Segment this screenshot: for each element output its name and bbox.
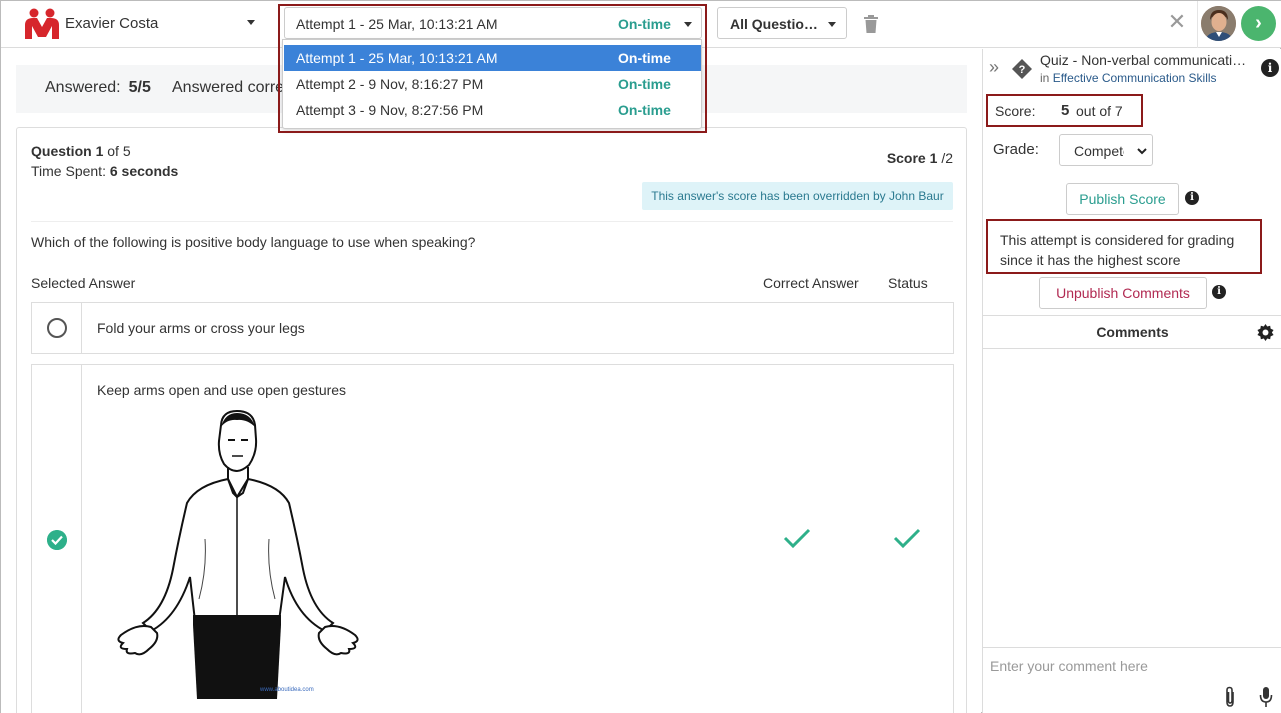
- chevron-right-icon: ›: [1255, 12, 1262, 34]
- app-logo-icon: [25, 8, 59, 39]
- time-spent-label: Time Spent:: [31, 163, 106, 179]
- open-gestures-illustration: [117, 409, 359, 699]
- grading-panel: » ? Quiz - Non-verbal communicati… in Ef…: [982, 49, 1281, 713]
- attempt-option[interactable]: Attempt 2 - 9 Nov, 8:16:27 PM On-time: [284, 71, 701, 97]
- attempt-option-label: Attempt 3 - 9 Nov, 8:27:56 PM: [296, 102, 484, 118]
- question-number: Question 1 of 5: [31, 143, 131, 159]
- question-score-value[interactable]: 1: [930, 150, 938, 166]
- attempt-option-label: Attempt 1 - 25 Mar, 10:13:21 AM: [296, 50, 498, 66]
- check-icon: [893, 528, 921, 549]
- time-spent: Time Spent: 6 seconds: [31, 163, 178, 179]
- question-number-label: Question: [31, 143, 92, 159]
- comments-title: Comments: [1096, 324, 1169, 340]
- double-chevron-right-icon[interactable]: »: [989, 58, 1005, 78]
- chevron-down-icon: [1137, 148, 1147, 155]
- gear-icon[interactable]: [1257, 324, 1274, 341]
- question-total: of 5: [107, 143, 131, 159]
- check-icon: [783, 528, 811, 549]
- paperclip-icon[interactable]: [1223, 686, 1237, 708]
- question-score-label: Score: [886, 150, 926, 166]
- chevron-down-icon: [684, 22, 692, 27]
- score-label: Score:: [995, 103, 1036, 119]
- question-card: Question 1 of 5 Time Spent: 6 seconds Sc…: [16, 127, 967, 713]
- chevron-down-icon[interactable]: [247, 20, 255, 25]
- student-selector[interactable]: Exavier Costa: [65, 15, 158, 32]
- answer-radio-cell: [32, 303, 82, 353]
- svg-text:?: ?: [1019, 64, 1026, 76]
- question-filter-label: All Questio…: [730, 16, 818, 32]
- score-out-of: out of 7: [1076, 103, 1123, 119]
- answered-count: Answered: 5/5: [45, 79, 151, 97]
- question-filter-select[interactable]: All Questio…: [717, 7, 847, 39]
- info-icon[interactable]: i: [1185, 191, 1199, 205]
- attempt-option-status: On-time: [618, 76, 671, 92]
- question-text: Which of the following is positive body …: [31, 234, 476, 250]
- answer-option: Fold your arms or cross your legs: [31, 302, 954, 354]
- attempt-option-status: On-time: [618, 102, 671, 118]
- attempt-option-label: Attempt 2 - 9 Nov, 8:16:27 PM: [296, 76, 484, 92]
- attempt-option[interactable]: Attempt 3 - 9 Nov, 8:27:56 PM On-time: [284, 97, 701, 123]
- quiz-course-prefix: in: [1040, 71, 1050, 85]
- divider: [31, 221, 953, 222]
- answered-correct-label: Answered corre: [172, 79, 285, 96]
- radio-unselected-icon: [47, 318, 67, 338]
- col-header-selected-answer: Selected Answer: [31, 275, 136, 291]
- col-header-status: Status: [888, 275, 928, 291]
- attempt-option-status: On-time: [618, 50, 671, 66]
- close-icon[interactable]: ✕: [1166, 10, 1188, 34]
- attempt-select[interactable]: Attempt 1 - 25 Mar, 10:13:21 AM On-time: [284, 7, 702, 39]
- col-header-correct-answer: Correct Answer: [763, 275, 859, 291]
- answered-value: 5/5: [128, 79, 151, 96]
- question-number-value: 1: [95, 143, 104, 159]
- trash-icon[interactable]: [863, 15, 879, 33]
- quiz-title: Quiz - Non-verbal communicati…: [1040, 52, 1247, 68]
- grade-label: Grade:: [993, 141, 1039, 158]
- grading-note-text: This attempt is considered for grading s…: [1000, 232, 1235, 268]
- attempt-select-label: Attempt 1 - 25 Mar, 10:13:21 AM: [296, 16, 498, 32]
- quiz-icon: ?: [1012, 59, 1032, 79]
- check-circle-icon: [47, 530, 67, 550]
- grading-note-box: This attempt is considered for grading s…: [986, 219, 1262, 274]
- answer-option-text: Fold your arms or cross your legs: [97, 320, 305, 336]
- answered-label: Answered:: [45, 79, 121, 96]
- unpublish-comments-button[interactable]: Unpublish Comments: [1039, 277, 1207, 309]
- attempt-select-status: On-time: [618, 16, 671, 32]
- grade-select[interactable]: Competent: [1059, 134, 1153, 166]
- question-score-max: /2: [941, 150, 953, 166]
- score-summary-box: Score: 5 out of 7: [986, 94, 1143, 127]
- next-student-button[interactable]: ›: [1241, 6, 1276, 41]
- publish-score-button[interactable]: Publish Score: [1066, 183, 1179, 215]
- avatar[interactable]: [1201, 6, 1236, 41]
- info-icon[interactable]: i: [1212, 285, 1226, 299]
- chevron-down-icon: [828, 22, 836, 27]
- attempt-dropdown-list: Attempt 1 - 25 Mar, 10:13:21 AM On-time …: [282, 39, 702, 129]
- info-icon[interactable]: i: [1261, 59, 1279, 77]
- quiz-course-link[interactable]: Effective Communication Skills: [1053, 71, 1217, 85]
- divider: [1197, 1, 1198, 48]
- answer-option: Keep arms open and use open gestures www…: [31, 364, 954, 713]
- comments-header: Comments: [983, 315, 1281, 349]
- time-spent-value: 6 seconds: [109, 163, 179, 179]
- grade-select-value: Competent: [1074, 143, 1124, 159]
- comment-placeholder: Enter your comment here: [990, 658, 1148, 674]
- question-score: Score 1 /2: [887, 150, 953, 166]
- main-panel: Answered: 5/5 Answered corre Question 1 o…: [1, 49, 981, 713]
- quiz-course: in Effective Communication Skills: [1040, 71, 1217, 85]
- score-value: 5: [1061, 102, 1070, 119]
- microphone-icon[interactable]: [1259, 686, 1273, 708]
- answer-option-text: Keep arms open and use open gestures: [97, 382, 347, 398]
- score-override-badge: This answer's score has been overridden …: [642, 182, 953, 210]
- answer-radio-cell: [32, 365, 82, 713]
- attempt-option[interactable]: Attempt 1 - 25 Mar, 10:13:21 AM On-time: [284, 45, 701, 71]
- image-caption: www.aboutidea.com: [260, 687, 314, 693]
- comment-input[interactable]: Enter your comment here: [983, 647, 1281, 713]
